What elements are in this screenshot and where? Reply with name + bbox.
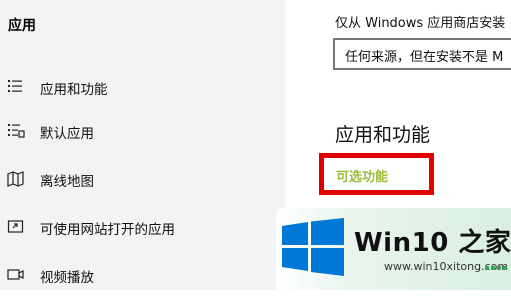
link-window-icon xyxy=(7,220,24,233)
sidebar-item-label: 可使用网站打开的应用 xyxy=(40,222,175,238)
default-apps-icon xyxy=(8,124,25,138)
install-source-label: 仅从 Windows 应用商店安装 xyxy=(335,16,506,31)
sidebar-item-offline-maps[interactable]: 离线地图 xyxy=(0,158,285,202)
sidebar-title: 应用 xyxy=(8,18,36,34)
video-icon xyxy=(7,269,24,280)
section-heading: 应用和功能 xyxy=(335,124,431,146)
sidebar: 应用 应用和功能 默认应用 离线地图 可使用网站打开的应用 视频播放 xyxy=(0,0,285,290)
highlight-box xyxy=(319,153,434,195)
sidebar-item-default-apps[interactable]: 默认应用 xyxy=(0,110,285,154)
watermark-dots xyxy=(485,266,507,270)
watermark-brand: Win10 之家 xyxy=(354,228,511,258)
list-icon xyxy=(8,80,22,92)
dropdown-selected-value: 任何来源，但在安装不是 M xyxy=(345,50,504,65)
sidebar-item-video-playback[interactable]: 视频播放 xyxy=(0,254,285,298)
sidebar-item-label: 应用和功能 xyxy=(40,82,108,98)
windows-logo-icon xyxy=(282,218,344,276)
map-icon xyxy=(7,171,24,187)
watermark: Win10 之家 www.win10xitong.com xyxy=(276,208,511,290)
sidebar-item-label: 默认应用 xyxy=(40,126,94,142)
sidebar-item-label: 离线地图 xyxy=(40,174,94,190)
sidebar-item-apps-for-websites[interactable]: 可使用网站打开的应用 xyxy=(0,206,285,250)
sidebar-item-apps-features[interactable]: 应用和功能 xyxy=(0,66,285,110)
sidebar-item-label: 视频播放 xyxy=(40,270,94,286)
install-source-dropdown[interactable]: 任何来源，但在安装不是 M xyxy=(333,38,511,70)
